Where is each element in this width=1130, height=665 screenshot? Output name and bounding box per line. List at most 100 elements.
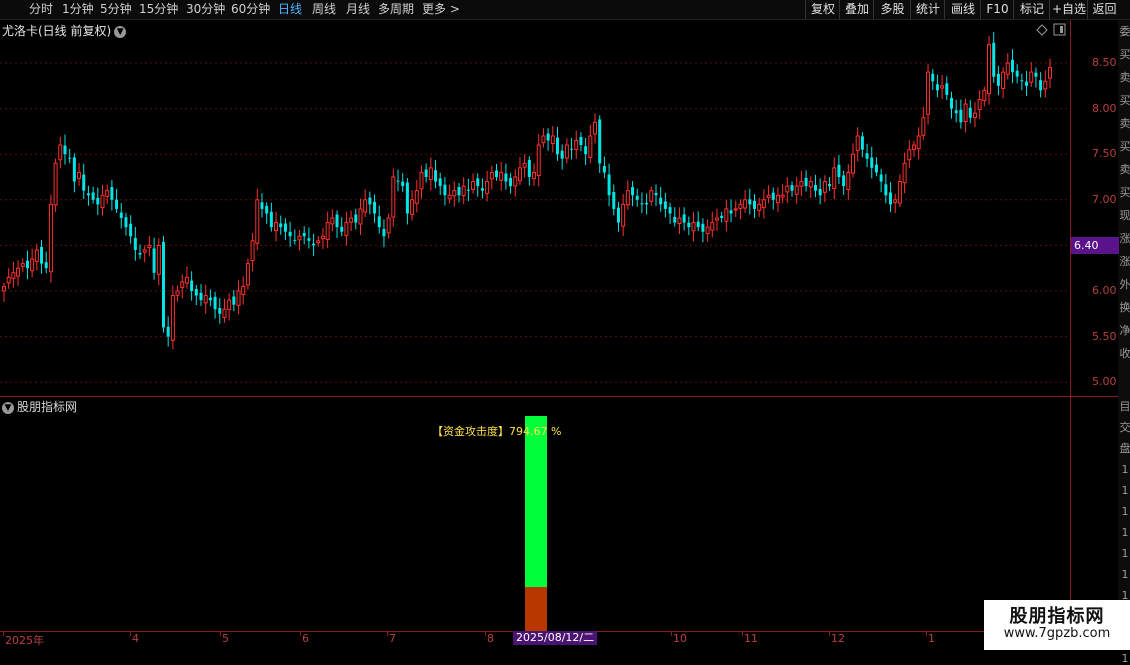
candle-body xyxy=(972,112,977,119)
candle-body xyxy=(645,202,649,205)
candle-body xyxy=(536,144,541,176)
candle-body xyxy=(466,189,470,191)
time-tick-label: 2025年 xyxy=(5,634,44,647)
candle-body xyxy=(386,217,391,234)
candle-body xyxy=(602,166,606,173)
time-tick xyxy=(387,631,388,636)
candle-body xyxy=(828,184,832,187)
candle-body xyxy=(509,177,513,187)
candle-body xyxy=(147,244,152,249)
candle-body xyxy=(574,140,579,150)
candle-body xyxy=(293,239,297,241)
candle-body xyxy=(517,167,522,182)
price-tick-label: 5.50 xyxy=(1092,329,1117,343)
candle-body xyxy=(724,208,729,222)
candle-body xyxy=(1005,62,1010,75)
time-tick xyxy=(742,631,743,636)
main-chart-svg xyxy=(0,23,1070,631)
candle-body xyxy=(288,231,292,237)
candle-body xyxy=(588,135,593,158)
candle-body xyxy=(959,109,963,123)
candle-body xyxy=(513,176,518,187)
candle-body xyxy=(668,207,672,214)
candle-body xyxy=(100,194,105,209)
candle-body xyxy=(175,290,180,296)
candle-body xyxy=(457,187,461,196)
candle-body xyxy=(236,290,241,306)
indicator-bar-green xyxy=(525,416,547,587)
diamond-icon[interactable] xyxy=(1036,24,1048,36)
candle-body xyxy=(232,296,236,305)
candle-body xyxy=(96,197,100,205)
candle-body xyxy=(691,222,696,232)
side-info-char: 卖 xyxy=(1119,163,1130,176)
candle-body xyxy=(945,83,949,95)
candle-body xyxy=(476,178,480,187)
candle-body xyxy=(269,211,273,228)
candle-body xyxy=(987,44,992,95)
candle-body xyxy=(419,171,424,190)
side-info-char-lower: 交 xyxy=(1119,421,1130,434)
time-tick-label: 8 xyxy=(487,632,494,645)
candle-body xyxy=(115,199,119,209)
candle-body xyxy=(245,263,250,286)
candle-body xyxy=(53,162,58,206)
candle-body xyxy=(279,223,283,228)
candle-body xyxy=(870,157,874,168)
chevron-down-icon[interactable]: ▼ xyxy=(2,401,14,414)
time-tick xyxy=(220,631,221,636)
time-tick xyxy=(3,631,4,636)
price-tick-label: 5.00 xyxy=(1092,375,1117,389)
candle-body xyxy=(931,73,935,82)
candle-body xyxy=(640,203,644,205)
indicator-bar-red xyxy=(525,587,547,631)
candle-body xyxy=(471,181,476,190)
candle-body xyxy=(1015,70,1019,77)
candle-body xyxy=(265,205,269,214)
candle-body xyxy=(879,174,883,182)
candle-body xyxy=(954,110,958,114)
candle-body xyxy=(532,171,537,180)
candle-body xyxy=(860,136,864,150)
candle-body xyxy=(1001,71,1006,89)
candle-body xyxy=(541,135,546,144)
candle-body xyxy=(808,181,813,188)
window-toggle-icon[interactable] xyxy=(1053,23,1066,36)
candle-body xyxy=(738,203,743,209)
candle-body xyxy=(780,194,785,198)
indicator-title: ▼ 股朋指标网 xyxy=(2,398,77,415)
candle-body xyxy=(846,171,851,191)
candle-body xyxy=(1029,71,1034,83)
candle-body xyxy=(893,199,898,203)
candle-body xyxy=(659,197,663,205)
candle-body xyxy=(625,190,630,206)
candle-body xyxy=(447,194,452,200)
candle-body xyxy=(349,217,354,223)
candle-body xyxy=(550,135,555,145)
time-tick-label: 5 xyxy=(222,632,229,645)
candle-body xyxy=(673,216,677,223)
candle-body xyxy=(241,285,246,295)
candle-body xyxy=(499,171,504,181)
candle-body xyxy=(203,295,208,304)
candle-body xyxy=(283,223,287,232)
time-tick-label: 12 xyxy=(831,632,845,645)
candle-body xyxy=(1010,59,1014,73)
candle-body xyxy=(194,288,198,296)
candle-body xyxy=(434,170,438,182)
price-tick-label: 8.00 xyxy=(1092,101,1117,115)
candle-body xyxy=(316,240,321,244)
time-tick-label: 1 xyxy=(928,632,935,645)
time-tick-label: 6 xyxy=(302,632,309,645)
candle-body xyxy=(16,267,21,277)
candle-body xyxy=(452,190,457,197)
candle-body xyxy=(874,164,878,173)
time-tick-label: 10 xyxy=(673,632,687,645)
candle-body xyxy=(766,194,771,199)
candle-body xyxy=(743,199,748,209)
candle-body xyxy=(142,249,147,253)
side-info-char-lower: 盘 xyxy=(1119,442,1130,455)
candle-body xyxy=(687,222,691,228)
candle-body xyxy=(222,308,227,318)
candle-body xyxy=(340,226,344,232)
